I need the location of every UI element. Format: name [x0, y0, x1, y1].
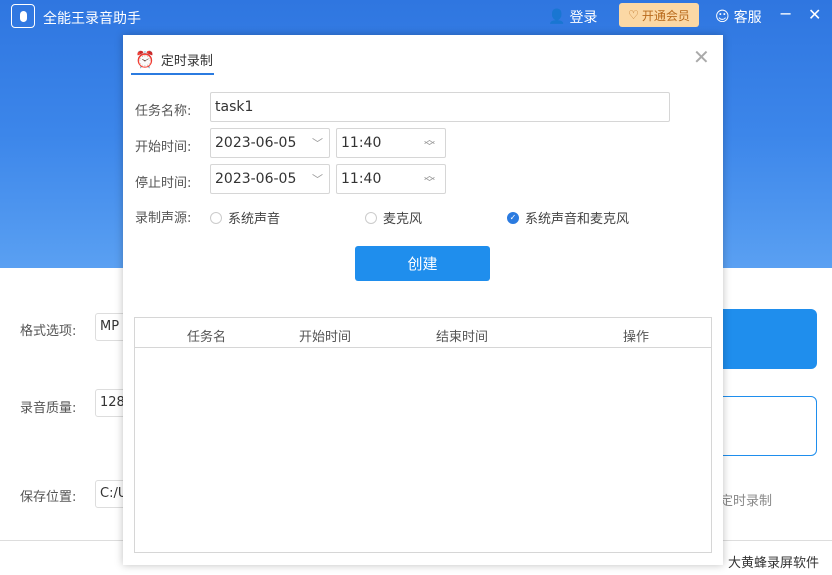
task-name-input[interactable]: task1: [210, 92, 670, 122]
start-date-value: 2023-06-05: [215, 135, 297, 151]
schedule-link[interactable]: 定时录制: [720, 490, 772, 509]
microphone-logo-icon: [11, 4, 35, 28]
create-button[interactable]: 创建: [355, 246, 490, 281]
column-end-time: 结束时间: [436, 330, 489, 345]
radio-label: 麦克风: [383, 212, 423, 227]
format-label: 格式选项:: [20, 324, 77, 339]
app-title: 全能王录音助手: [43, 11, 141, 27]
vip-label: 开通会员: [641, 8, 690, 23]
close-dialog-button[interactable]: ✕: [693, 45, 710, 69]
vip-button[interactable]: ♡ 开通会员: [619, 3, 699, 27]
stop-time-value: 11:40: [341, 171, 382, 187]
radio-checked-icon: ✓: [507, 211, 519, 224]
radio-microphone[interactable]: 麦克风: [365, 208, 422, 227]
save-label: 保存位置:: [20, 490, 77, 505]
stop-time-label: 停止时间:: [135, 176, 192, 191]
column-start-time: 开始时间: [299, 330, 352, 345]
task-table: 任务名 开始时间 结束时间 操作: [134, 317, 712, 553]
tab-indicator: [131, 73, 214, 75]
table-header: 任务名 开始时间 结束时间 操作: [135, 318, 711, 348]
spinner-arrows-icon[interactable]: ︿ ﹀: [424, 134, 435, 152]
chevron-down-icon: ﹀: [312, 173, 323, 186]
radio-icon: [365, 211, 377, 224]
quality-label: 录音质量:: [20, 401, 77, 416]
alarm-clock-icon: ⏰: [135, 49, 155, 69]
tab-schedule[interactable]: ⏰ 定时录制: [131, 45, 217, 73]
brand-link[interactable]: 大黄蜂录屏软件: [728, 552, 819, 571]
login-button[interactable]: 👤 登录: [548, 7, 597, 27]
task-name-label: 任务名称:: [135, 104, 192, 119]
radio-icon: [210, 211, 222, 224]
chevron-down-icon: ﹀: [312, 137, 323, 150]
radio-system-and-mic[interactable]: ✓ 系统声音和麦克风: [507, 208, 629, 227]
column-task-name: 任务名: [187, 330, 227, 345]
service-label: 客服: [733, 10, 762, 26]
login-label: 登录: [569, 10, 598, 26]
title-bar: 全能王录音助手 👤 登录 ♡ 开通会员 ☺ 客服 − ✕: [0, 0, 832, 34]
start-time-value: 11:40: [341, 135, 382, 151]
source-label: 录制声源:: [135, 211, 192, 226]
stop-time-spinner[interactable]: 11:40 ︿ ﹀: [336, 164, 446, 194]
start-time-label: 开始时间:: [135, 140, 192, 155]
service-button[interactable]: ☺ 客服: [715, 7, 762, 27]
diamond-icon: ♡: [628, 8, 639, 22]
start-date-picker[interactable]: 2023-06-05 ﹀: [210, 128, 330, 158]
tab-label: 定时录制: [160, 53, 213, 69]
chat-icon: ☺: [715, 9, 730, 25]
radio-label: 系统声音和麦克风: [525, 212, 630, 227]
schedule-dialog: ⏰ 定时录制 ✕ 任务名称: task1 开始时间: 2023-06-05 ﹀ 11…: [123, 35, 723, 565]
stop-date-picker[interactable]: 2023-06-05 ﹀: [210, 164, 330, 194]
minimize-button[interactable]: −: [779, 4, 792, 23]
spinner-arrows-icon[interactable]: ︿ ﹀: [424, 170, 435, 188]
start-time-spinner[interactable]: 11:40 ︿ ﹀: [336, 128, 446, 158]
stop-date-value: 2023-06-05: [215, 171, 297, 187]
radio-system-sound[interactable]: 系统声音: [210, 208, 280, 227]
user-icon: 👤: [548, 9, 566, 25]
radio-label: 系统声音: [228, 212, 281, 227]
column-actions: 操作: [623, 330, 650, 345]
close-app-button[interactable]: ✕: [808, 5, 821, 24]
